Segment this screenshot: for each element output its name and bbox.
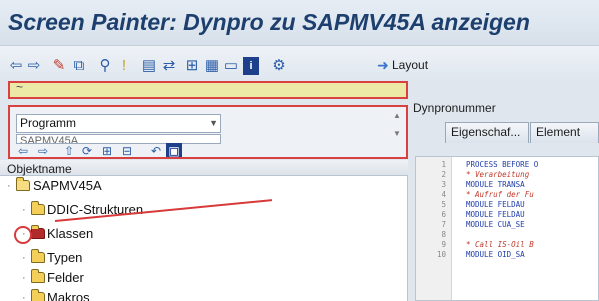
flow-logic-editor[interactable]: 1 PROCESS BEFORE O 2 * Verarbeitung 3 MODULE … — [415, 156, 599, 301]
code-text: * Call IS-Oil B — [466, 240, 534, 249]
tree-header-label: Objektname — [7, 162, 72, 176]
code-line: 4 * Aufruf der Fu — [416, 190, 598, 200]
tab-eigenschaften[interactable]: Eigenschaf... — [445, 122, 529, 143]
tree-node-label: Makros — [47, 290, 90, 301]
info-icon[interactable]: i — [243, 57, 259, 75]
code-text: * Aufruf der Fu — [466, 190, 534, 199]
line-number: 2 — [441, 170, 446, 179]
nav-scroll-control[interactable]: ▲ ▼ — [392, 111, 402, 139]
tree-node-label: Klassen — [47, 226, 94, 241]
navigation-area: Programm ▼ SAPMV45A ▲ ▼ ⇦ ⇨ ⇧ ⟳ ⊞ ⊟ ↶ ▣ — [8, 105, 408, 159]
title-bar: Screen Painter: Dynpro zu SAPMV45A anzei… — [0, 0, 599, 46]
nav-back-icon[interactable]: ⇦ — [16, 143, 30, 157]
code-text: MODULE TRANSA — [466, 180, 525, 189]
code-text: MODULE FELDAU — [466, 210, 525, 219]
tree-expander[interactable]: · — [22, 268, 26, 288]
tree-root-node[interactable]: · SAPMV45A — [7, 176, 207, 196]
tree-node-label: Felder — [47, 270, 84, 285]
object-list-icon[interactable]: ⇄ — [160, 57, 178, 75]
tree-expander[interactable]: · — [22, 248, 26, 268]
tree-node-klassen[interactable]: · Klassen — [22, 224, 222, 244]
tree-node-typen[interactable]: · Typen — [22, 248, 222, 268]
expand-icon[interactable]: ⊞ — [100, 143, 114, 157]
code-text: MODULE CUA_SE — [466, 220, 525, 229]
line-number: 7 — [441, 220, 446, 229]
tree-root-label: SAPMV45A — [33, 178, 102, 193]
line-number: 8 — [441, 230, 446, 239]
display-change-icon[interactable]: ✎ — [50, 57, 68, 75]
code-line: 8 — [416, 230, 598, 240]
code-line: 3 MODULE TRANSA — [416, 180, 598, 190]
object-type-select[interactable]: Programm ▼ — [16, 114, 221, 133]
collapse-icon[interactable]: ⊟ — [120, 143, 134, 157]
line-number: 6 — [441, 210, 446, 219]
object-type-value: Programm — [20, 116, 77, 130]
code-line: 10 MODULE OID_SA — [416, 250, 598, 260]
structure-icon[interactable]: ⊞ — [183, 57, 201, 75]
folder-icon — [31, 201, 45, 215]
tree-expander[interactable]: · — [22, 200, 26, 220]
code-line: 7 MODULE CUA_SE — [416, 220, 598, 230]
code-line: 2 * Verarbeitung — [416, 170, 598, 180]
code-line: 5 MODULE FELDAU — [416, 200, 598, 210]
window-title: Screen Painter: Dynpro zu SAPMV45A anzei… — [8, 9, 530, 35]
object-tree: Objektname · SAPMV45A · DDIC-Strukturen … — [0, 160, 408, 301]
layout-button[interactable]: Layout — [392, 58, 428, 72]
line-number: 3 — [441, 180, 446, 189]
tree-expander[interactable]: · — [22, 288, 26, 301]
dynpro-number-label: Dynpronummer — [413, 101, 496, 115]
save-icon[interactable]: ▣ — [166, 143, 182, 157]
layout-arrow-icon[interactable]: ➜ — [377, 56, 391, 74]
activate-icon[interactable]: ▤ — [140, 57, 158, 75]
tree-node-makros[interactable]: · Makros — [22, 288, 222, 301]
code-text: MODULE FELDAU — [466, 200, 525, 209]
code-line: 6 MODULE FELDAU — [416, 210, 598, 220]
code-line: 1 PROCESS BEFORE O — [416, 160, 598, 170]
folder-icon — [31, 269, 45, 283]
code-line: 9 * Call IS-Oil B — [416, 240, 598, 250]
where-used-icon[interactable]: ⚲ — [96, 57, 114, 75]
folder-icon — [31, 225, 45, 239]
tree-expander[interactable]: · — [7, 176, 11, 196]
nav-refresh-icon[interactable]: ⟳ — [80, 143, 94, 157]
other-object-icon[interactable]: ⧉ — [70, 57, 88, 75]
code-text: MODULE OID_SA — [466, 250, 525, 259]
line-number: 1 — [441, 160, 446, 169]
nav-up-icon[interactable]: ⇧ — [62, 143, 76, 157]
forward-icon[interactable]: ⇨ — [26, 57, 42, 75]
dynpro-panel: Dynpronummer Eigenschaf... Element 1 PROC… — [409, 96, 599, 301]
undo-icon[interactable]: ↶ — [148, 143, 164, 157]
code-text: PROCESS BEFORE O — [466, 160, 539, 169]
tree-header: Objektname — [0, 160, 408, 176]
navigation-toolbar: ⇦ ⇨ ⇧ ⟳ ⊞ ⊟ ↶ ▣ — [16, 143, 316, 157]
back-icon[interactable]: ⇦ — [8, 57, 24, 75]
line-number: 5 — [441, 200, 446, 209]
line-number: 4 — [441, 190, 446, 199]
command-field-value: ~ — [16, 80, 24, 94]
annotation-circle — [14, 226, 32, 244]
nav-forward-icon[interactable]: ⇨ — [36, 143, 50, 157]
tab-elementliste[interactable]: Element — [530, 122, 599, 143]
command-field[interactable]: ~ — [8, 80, 408, 99]
check-icon[interactable]: ! — [118, 57, 130, 75]
layout-grid-icon[interactable]: ▭ — [222, 57, 240, 75]
test-icon[interactable]: ▦ — [203, 57, 221, 75]
chevron-down-icon[interactable]: ▼ — [209, 115, 218, 132]
line-number: 10 — [436, 250, 446, 259]
line-number: 9 — [441, 240, 446, 249]
folder-open-icon — [16, 177, 30, 191]
settings-icon[interactable]: ⚙ — [270, 57, 288, 75]
folder-icon — [31, 249, 45, 263]
tree-node-felder[interactable]: · Felder — [22, 268, 222, 288]
application-toolbar: ⇦ ⇨ ✎ ⧉ ⚲ ! ▤ ⇄ ⊞ ▦ ▭ i ⚙ ➜ Layout — [0, 46, 599, 82]
folder-icon — [31, 289, 45, 301]
tree-node-label: Typen — [47, 250, 83, 265]
code-text: * Verarbeitung — [466, 170, 530, 179]
